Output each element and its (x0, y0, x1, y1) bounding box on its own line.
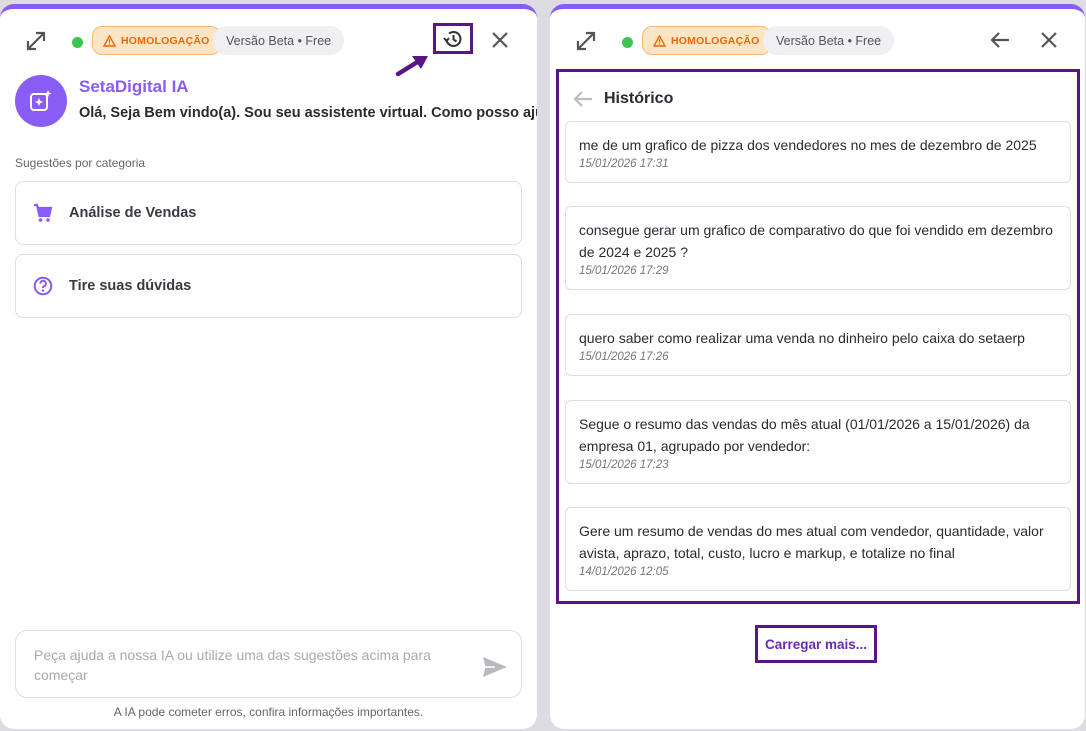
history-item[interactable]: Gere um resumo de vendas do mes atual co… (565, 507, 1071, 591)
bot-avatar (15, 75, 67, 127)
history-item-text: Segue o resumo das vendas do mês atual (… (579, 416, 1030, 454)
chat-input[interactable]: Peça ajuda a nossa IA ou utilize uma das… (15, 630, 522, 698)
suggestion-label: Tire suas dúvidas (69, 278, 192, 294)
homolog-badge: HOMOLOGAÇÃO (642, 26, 771, 55)
suggestion-sales-analysis[interactable]: Análise de Vendas (15, 181, 522, 245)
suggestions-label: Sugestões por categoria (15, 156, 146, 170)
ai-assistant-icon (30, 90, 52, 111)
send-icon[interactable] (481, 655, 509, 679)
suggestion-label: Análise de Vendas (69, 205, 197, 221)
question-circle-icon (33, 276, 53, 296)
chat-topbar: HOMOLOGAÇÃO Versão Beta • Free (0, 23, 537, 57)
history-topbar: HOMOLOGAÇÃO Versão Beta • Free (550, 23, 1085, 57)
history-icon (443, 30, 462, 47)
history-list-frame: Histórico me de um grafico de pizza dos … (556, 69, 1080, 604)
close-icon[interactable] (484, 24, 516, 56)
homolog-badge-label: HOMOLOGAÇÃO (671, 34, 760, 47)
back-arrow-icon[interactable] (984, 24, 1016, 56)
chat-input-placeholder: Peça ajuda a nossa IA ou utilize uma das… (34, 647, 431, 683)
homolog-badge-label: HOMOLOGAÇÃO (121, 34, 210, 47)
cart-icon (34, 203, 53, 222)
history-item-text: consegue gerar um grafico de comparativo… (579, 222, 1053, 260)
bot-greeting: Olá, Seja Bem vindo(a). Sou seu assisten… (79, 105, 537, 121)
history-item-time: 14/01/2026 12:05 (579, 566, 669, 578)
expand-icon[interactable] (22, 27, 50, 55)
suggestion-faq[interactable]: Tire suas dúvidas (15, 254, 522, 318)
history-button[interactable] (433, 23, 473, 54)
history-panel: HOMOLOGAÇÃO Versão Beta • Free Histórico… (550, 4, 1085, 729)
history-item[interactable]: Segue o resumo das vendas do mês atual (… (565, 400, 1071, 484)
history-item-text: quero saber como realizar uma venda no d… (579, 330, 1025, 346)
chat-panel: HOMOLOGAÇÃO Versão Beta • Free SetaDigit… (0, 4, 537, 729)
history-item-time: 15/01/2026 17:23 (579, 459, 669, 471)
back-arrow-icon[interactable] (571, 88, 595, 110)
history-item-time: 15/01/2026 17:26 (579, 351, 669, 363)
warning-icon (653, 34, 666, 47)
history-item-time: 15/01/2026 17:29 (579, 265, 669, 277)
version-badge: Versão Beta • Free (213, 26, 345, 55)
history-item-text: Gere um resumo de vendas do mes atual co… (579, 523, 1044, 561)
homolog-badge: HOMOLOGAÇÃO (92, 26, 221, 55)
history-item[interactable]: me de um grafico de pizza dos vendedores… (565, 121, 1071, 183)
bot-name: SetaDigital IA (79, 77, 189, 96)
load-more-button[interactable]: Carregar mais... (755, 625, 877, 663)
history-item[interactable]: consegue gerar um grafico de comparativo… (565, 206, 1071, 290)
online-status-dot (622, 37, 633, 48)
online-status-dot (72, 37, 83, 48)
close-icon[interactable] (1033, 24, 1065, 56)
history-title: Histórico (604, 90, 674, 107)
ai-disclaimer: A IA pode cometer erros, confira informa… (113, 705, 424, 719)
history-item-text: me de um grafico de pizza dos vendedores… (579, 137, 1037, 153)
callout-arrow-icon (395, 56, 428, 77)
history-item[interactable]: quero saber como realizar uma venda no d… (565, 314, 1071, 376)
expand-icon[interactable] (572, 27, 600, 55)
history-item-time: 15/01/2026 17:31 (579, 158, 669, 170)
version-badge: Versão Beta • Free (763, 26, 895, 55)
warning-icon (103, 34, 116, 47)
